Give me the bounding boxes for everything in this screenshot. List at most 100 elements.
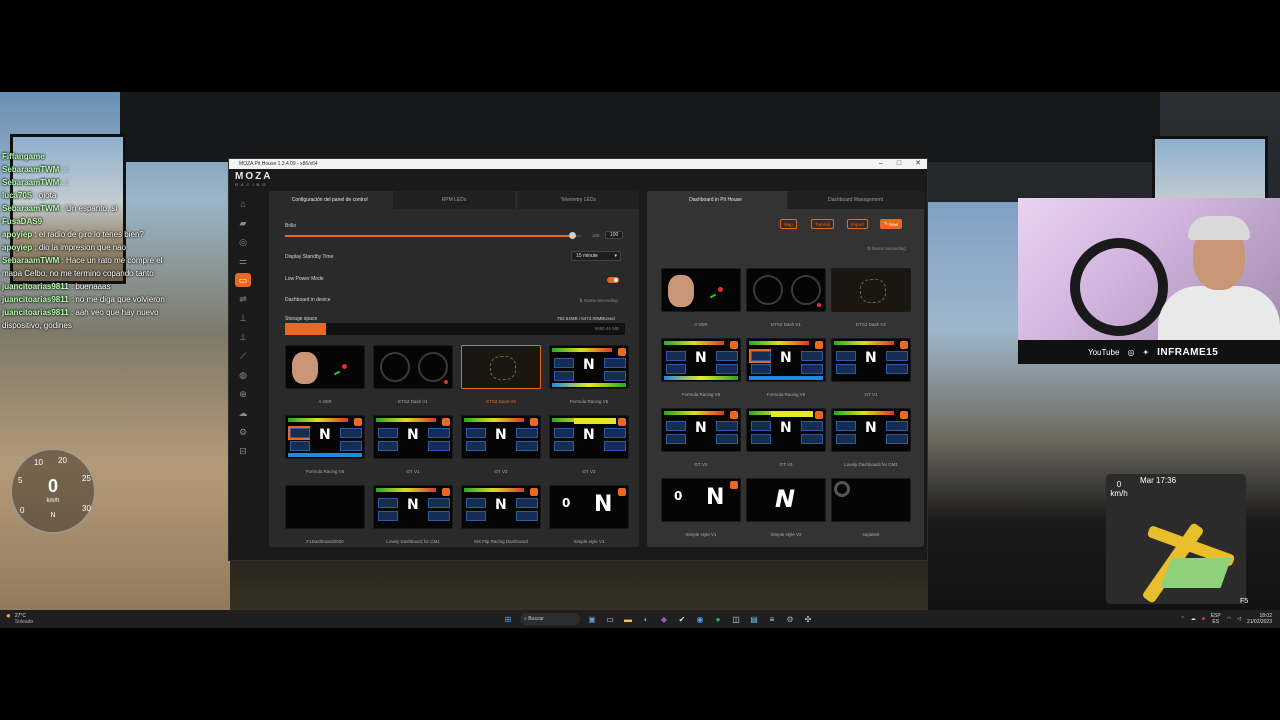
dashboard-name: Formula Racing V6	[305, 469, 345, 474]
hub-icon[interactable]: ⊕	[235, 387, 251, 401]
dashboard-icon[interactable]: ▭	[235, 273, 251, 287]
app-icon[interactable]: ◫	[730, 613, 742, 625]
chat-username: SebaraamTWM	[2, 256, 60, 265]
data-cell	[801, 351, 823, 361]
tab-dashboard-in-pit-house[interactable]: Dashboard in Pit House	[647, 191, 784, 209]
rev-strip	[834, 411, 894, 415]
dashboard-card[interactable]: sapatest	[831, 478, 911, 547]
dashboard-name: GT V2	[694, 462, 708, 467]
dashboard-card[interactable]: ETS2 Dash V2	[831, 268, 911, 338]
cloud-icon[interactable]: ☁	[235, 406, 251, 420]
dashboard-card[interactable]: N Lovely Dashboard for CM1	[373, 485, 453, 547]
map-button[interactable]: Map	[780, 219, 797, 229]
speed-unit: km/h	[46, 498, 60, 504]
dashboard-card[interactable]: A VER	[285, 345, 365, 415]
profile-icon[interactable]: ⊟	[235, 444, 251, 458]
volume-icon[interactable]: ◁	[1237, 616, 1241, 622]
brightness-slider-handle[interactable]	[569, 232, 577, 239]
cloud-icon[interactable]: ☁	[1191, 616, 1196, 622]
app-tray-icon[interactable]: ■	[1202, 616, 1205, 622]
dashboard-card[interactable]: ETS2 Dash V1	[746, 268, 826, 338]
app-icon[interactable]: ✔	[676, 613, 688, 625]
steering-wheel-icon[interactable]: ◎	[235, 235, 251, 249]
tab-dashboard-management[interactable]: Dashboard Management	[787, 191, 924, 209]
tab-rpm-leds[interactable]: RPM LEDs	[393, 191, 515, 209]
wifi-icon[interactable]: ◠	[1227, 616, 1231, 622]
pedal-icon[interactable]: ⟋	[235, 349, 251, 363]
dashboard-card[interactable]: N Simple style V2	[746, 478, 826, 547]
taskbar-clock[interactable]: 18:02 21/02/2023	[1247, 613, 1272, 625]
edit-badge-icon	[900, 411, 908, 419]
dashboard-card[interactable]: N Formula Racing V6	[285, 415, 365, 485]
dashboard-card[interactable]: N Formula Racing V5	[661, 338, 741, 408]
task-view-icon[interactable]: ▭	[604, 613, 616, 625]
gear-stick-icon[interactable]: ⟂	[235, 330, 251, 344]
taskbar-search[interactable]: ⌕ Buscar	[520, 613, 580, 625]
dashboard-card[interactable]: N GT V2	[661, 408, 741, 478]
app-icon[interactable]: ⚙	[784, 613, 796, 625]
edge-icon[interactable]: ◐	[640, 613, 652, 625]
app-icon[interactable]: ≡	[766, 613, 778, 625]
dashboard-card[interactable]: ETS2 Dash V1	[373, 345, 453, 415]
dashboard-name: Formula Racing V6	[766, 392, 806, 397]
spotify-icon[interactable]: ●	[712, 613, 724, 625]
gauge-right	[791, 275, 821, 305]
dashboard-thumbnail	[661, 268, 741, 312]
language-indicator[interactable]: ESP ES	[1211, 613, 1221, 625]
handbrake-icon[interactable]: ⊥	[235, 311, 251, 325]
pit-sort-button[interactable]: ⇅ Name ascending	[867, 246, 906, 252]
twitch-icon[interactable]: ◆	[658, 613, 670, 625]
import-button[interactable]: Import	[847, 219, 868, 229]
app-icon[interactable]: ✣	[802, 613, 814, 625]
dashboard-card[interactable]: 0 N Simple style V1	[661, 478, 741, 547]
sidebar: ⌂ ▰ ◎ ⚌ ▭ ⇌ ⊥ ⟂ ⟋ ◍ ⊕ ☁ ⚙ ⊟	[229, 191, 257, 560]
close-button[interactable]: ✕	[915, 159, 921, 169]
tutorial-button[interactable]: Tutorial	[811, 219, 834, 229]
tab-control-panel-config[interactable]: Configuración del panel de control	[269, 191, 391, 209]
dashboard-card[interactable]: 0 N Simple style V1	[549, 485, 629, 547]
dashboard-card[interactable]: N GT V3	[549, 415, 629, 485]
widgets-icon[interactable]: ▣	[586, 613, 598, 625]
device-sort-button[interactable]: ⇅ Name ascending	[579, 298, 618, 304]
dashboard-card[interactable]: F1Dashboard2020	[285, 485, 365, 547]
file-explorer-icon[interactable]: ▬	[622, 613, 634, 625]
standby-select[interactable]: 15 minute ▾	[571, 251, 621, 261]
low-power-toggle[interactable]	[607, 277, 619, 283]
windows-start-icon[interactable]: ⊞	[502, 613, 514, 625]
brightness-slider[interactable]	[285, 232, 581, 239]
chat-text: : buenaaas	[70, 282, 111, 291]
data-cell	[516, 428, 538, 438]
wheelbase-icon[interactable]: ▰	[235, 216, 251, 230]
maximize-button[interactable]: □	[897, 159, 901, 169]
weather-widget[interactable]: ● 27°C Soleado	[6, 612, 33, 626]
dashboard-card[interactable]: N MX Flip Racing Dashboard	[461, 485, 541, 547]
data-cell	[516, 498, 538, 508]
dashboard-card[interactable]: ETS2 Dash V2	[461, 345, 541, 415]
dashboard-name: GT V3	[582, 469, 596, 474]
dashboard-card[interactable]: A VER	[661, 268, 741, 338]
dashboard-card[interactable]: N GT V1	[831, 338, 911, 408]
brightness-value-input[interactable]: 100	[605, 231, 623, 239]
shifter-icon[interactable]: ⇌	[235, 292, 251, 306]
dashboard-card[interactable]: N GT V1	[373, 415, 453, 485]
steam-icon[interactable]: ◉	[694, 613, 706, 625]
data-cell	[378, 498, 398, 508]
dashboard-card[interactable]: N Lovely Dashboard for CM1	[831, 408, 911, 478]
dashboard-card[interactable]: N Formula Racing V5	[549, 345, 629, 415]
new-button[interactable]: ✎ New	[880, 219, 903, 229]
tab-telemetry-leds[interactable]: Telemetry LEDs	[517, 191, 639, 209]
gauge-left	[753, 275, 783, 305]
wheel-settings-icon[interactable]: ◍	[235, 368, 251, 382]
edit-badge-icon	[618, 348, 626, 356]
dashboard-card[interactable]: N GT V3	[746, 408, 826, 478]
data-cell	[378, 441, 398, 451]
chevron-up-icon[interactable]: ⌃	[1180, 616, 1184, 622]
minimize-button[interactable]: –	[879, 159, 883, 169]
app-icon[interactable]: ▤	[748, 613, 760, 625]
home-icon[interactable]: ⌂	[235, 197, 251, 211]
dashboard-card[interactable]: N Formula Racing V6	[746, 338, 826, 408]
data-cell	[886, 421, 908, 431]
settings-icon[interactable]: ⚙	[235, 425, 251, 439]
dashboard-card[interactable]: N GT V2	[461, 415, 541, 485]
pedals-icon[interactable]: ⚌	[235, 254, 251, 268]
